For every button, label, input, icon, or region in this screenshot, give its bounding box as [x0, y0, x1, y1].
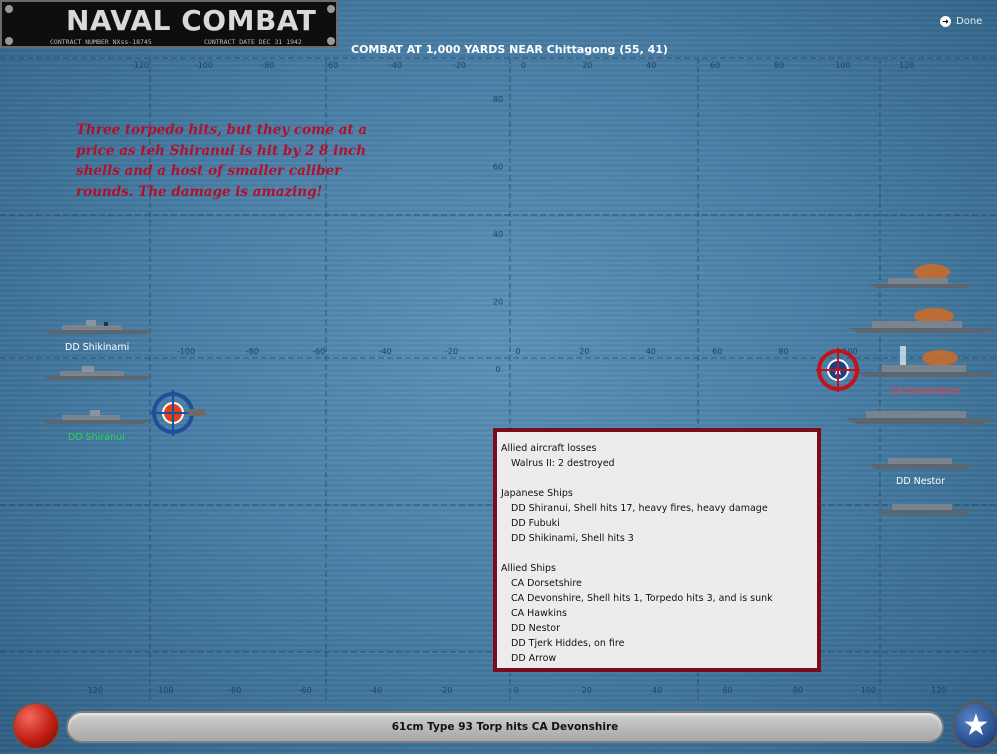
report-section: Allied Ships CA Dorsetshire CA Devonshire,…	[501, 561, 817, 666]
axis-tick-label: -20	[445, 347, 458, 356]
logo-title: NAVAL COMBAT	[66, 4, 317, 37]
axis-tick-label: 40	[493, 230, 503, 239]
report-row: CA Devonshire, Shell hits 1, Torpedo hit…	[511, 593, 773, 604]
report-section: Allied aircraft losses Walrus II: 2 destr…	[501, 441, 817, 471]
axis-tick-label: -60	[299, 686, 312, 695]
report-row: DD Nestor	[511, 623, 560, 634]
report-row: DD Fubuki	[511, 518, 560, 529]
allied-ship-hawkins[interactable]	[848, 306, 996, 336]
axis-tick-label: 80	[774, 61, 784, 70]
axis-tick-label: -20	[453, 61, 466, 70]
axis-tick-label: 0	[495, 365, 500, 374]
axis-tick-label: -100	[177, 347, 195, 356]
axis-tick-label: 80	[779, 347, 789, 356]
combat-heading: COMBAT AT 1,000 YARDS NEAR Chittagong (5…	[351, 43, 668, 56]
axis-tick-label: 80	[493, 95, 503, 104]
axis-tick-label: 80	[793, 686, 803, 695]
axis-tick-label: 20	[582, 686, 592, 695]
report-row: CA Hawkins	[511, 608, 567, 619]
ship-label-nestor: DD Nestor	[896, 476, 945, 487]
ship-label-shikinami: DD Shikinami	[65, 342, 130, 353]
axis-tick-label: -100	[195, 61, 213, 70]
contract-date: CONTRACT DATE DEC 31 1942	[204, 38, 302, 46]
combat-report-panel: Allied aircraft losses Walrus II: 2 destr…	[493, 428, 821, 672]
arrow-right-icon: ➜	[940, 16, 951, 27]
report-section: Japanese Ships DD Shiranui, Shell hits 17…	[501, 486, 817, 546]
report-row: DD Shikinami, Shell hits 3	[511, 533, 634, 544]
japanese-ship-shiranui[interactable]	[40, 408, 152, 426]
axis-tick-label: -60	[325, 61, 338, 70]
report-row: DD Tjerk Hiddes, on fire	[511, 638, 625, 649]
axis-tick-label: -80	[228, 686, 241, 695]
axis-tick-label: 20	[579, 347, 589, 356]
red-action-button[interactable]	[12, 702, 60, 750]
axis-tick-label: 20	[493, 298, 503, 307]
axis-tick-label: -80	[246, 347, 259, 356]
report-section-title: Allied aircraft losses	[501, 443, 597, 454]
axis-tick-label: 40	[652, 686, 662, 695]
allied-ship-devonshire[interactable]	[856, 346, 996, 380]
axis-tick-label: 40	[646, 347, 656, 356]
axis-tick-label: -40	[369, 686, 382, 695]
axis-tick-label: 0	[514, 686, 519, 695]
allied-ship-tjerk-hiddes[interactable]	[874, 500, 972, 518]
axis-tick-label: 60	[723, 686, 733, 695]
allied-ship-nestor[interactable]	[868, 454, 974, 472]
report-row: DD Arrow	[511, 653, 557, 664]
ship-label-shiranui: DD Shiranui	[68, 432, 125, 443]
naval-combat-logo: NAVAL COMBAT CONTRACT NUMBER NXss-18745 …	[0, 0, 338, 48]
report-row: Walrus II: 2 destroyed	[511, 458, 615, 469]
axis-tick-label: 20	[582, 61, 592, 70]
ship-label-devonshire: CA Devonshire	[890, 386, 960, 397]
annotation-note: Three torpedo hits, but they come at a p…	[76, 122, 368, 200]
axis-tick-label: 60	[712, 347, 722, 356]
allied-ship-arrow[interactable]	[846, 406, 994, 426]
japanese-ship-fubuki[interactable]	[42, 364, 154, 382]
axis-tick-label: -40	[379, 347, 392, 356]
contract-number: CONTRACT NUMBER NXss-18745	[50, 38, 152, 46]
axis-tick-label: 40	[646, 61, 656, 70]
axis-tick-label: -60	[312, 347, 325, 356]
axis-tick-label: 0	[515, 347, 520, 356]
axis-tick-label: -40	[389, 61, 402, 70]
axis-tick-label: 60	[493, 163, 503, 172]
japanese-ship-shikinami[interactable]	[42, 318, 154, 336]
bolt-icon	[5, 5, 13, 13]
axis-tick-label: 100	[861, 686, 876, 695]
status-bar: 61cm Type 93 Torp hits CA Devonshire	[66, 711, 944, 743]
axis-tick-label: -20	[439, 686, 452, 695]
axis-tick-label: 0	[521, 61, 526, 70]
axis-tick-label: -120	[131, 61, 149, 70]
axis-tick-label: 120	[931, 686, 946, 695]
status-text: 61cm Type 93 Torp hits CA Devonshire	[391, 721, 619, 733]
axis-tick-label: -120	[85, 686, 103, 695]
allied-star-button[interactable]: ★	[952, 702, 997, 750]
axis-tick-label: 60	[710, 61, 720, 70]
report-row: CA Dorsetshire	[511, 578, 582, 589]
report-row: DD Shiranui, Shell hits 17, heavy fires,…	[511, 503, 768, 514]
report-section-title: Allied Ships	[501, 563, 556, 574]
bolt-icon	[5, 37, 13, 45]
axis-tick-label: -80	[261, 61, 274, 70]
done-label: Done	[956, 16, 983, 27]
bolt-icon	[327, 5, 335, 13]
axis-tick-label: 100	[835, 61, 850, 70]
allied-target-reticle-icon[interactable]: ★	[816, 348, 860, 392]
japanese-target-reticle-icon[interactable]	[150, 390, 208, 436]
axis-tick-label: 120	[899, 61, 914, 70]
allied-ship-dorsetshire[interactable]	[868, 262, 974, 292]
bolt-icon	[327, 37, 335, 45]
axis-tick-label: -100	[155, 686, 173, 695]
done-button[interactable]: ➜ Done	[940, 16, 982, 27]
report-section-title: Japanese Ships	[501, 488, 573, 499]
